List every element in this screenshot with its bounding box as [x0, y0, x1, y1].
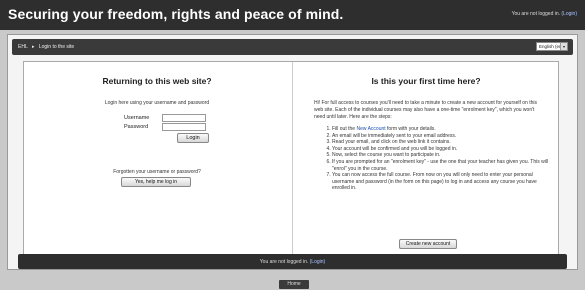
signup-steps-list: Fill out the New Account form with your … [324, 126, 552, 192]
header-login-link[interactable]: (Login) [561, 11, 577, 17]
signup-intro: Hi! For full access to courses you'll ne… [314, 100, 538, 120]
language-select[interactable]: English (en) ▾ [536, 42, 568, 51]
forgot-password-button[interactable]: Yes, help me log in [121, 177, 191, 187]
site-title: Securing your freedom, rights and peace … [8, 6, 344, 22]
signup-step: Your account will be confirmed and you w… [332, 146, 552, 153]
login-heading: Returning to this web site? [102, 76, 212, 86]
signup-panel: Is this your first time here? Hi! For fu… [292, 62, 559, 256]
signup-step: Now, select the course you want to parti… [332, 152, 552, 159]
home-button[interactable]: Home [279, 280, 309, 289]
username-label: Username [124, 115, 150, 121]
password-label: Password [124, 124, 149, 130]
breadcrumb-home[interactable]: EHL [18, 44, 28, 50]
forgot-text: Forgotten your username or password? [113, 169, 201, 175]
navbar: EHL ▸ Login to the site English (en) ▾ [12, 39, 573, 55]
footer-login-info: You are not logged in. (Login) [18, 259, 567, 265]
header-bar: Securing your freedom, rights and peace … [0, 0, 585, 30]
new-account-link[interactable]: New Account [356, 126, 385, 132]
breadcrumb-separator-icon: ▸ [31, 44, 35, 50]
breadcrumb-current: Login to the site [38, 44, 75, 50]
signup-heading: Is this your first time here? [371, 76, 481, 86]
footer-bar: You are not logged in. (Login) [18, 254, 567, 269]
signup-step-text: An email will be immediately sent to you… [332, 132, 457, 139]
login-description: Login here using your username and passw… [104, 100, 210, 106]
signup-step: Fill out the New Account form with your … [332, 126, 552, 133]
signup-step-text: Fill out the [332, 126, 357, 132]
signup-step-text-suffix: form with your details. [385, 126, 436, 132]
create-account-button[interactable]: Create new account [399, 239, 457, 249]
login-info-text: You are not logged in. [511, 11, 561, 17]
login-button[interactable]: Login [177, 133, 209, 143]
signup-step: You can now access the full course. From… [332, 172, 552, 192]
signup-step-text: Read your email, and click on the web li… [332, 139, 451, 146]
signup-step: Read your email, and click on the web li… [332, 139, 552, 146]
password-field[interactable] [162, 123, 206, 131]
footer-login-link[interactable]: (Login) [310, 259, 326, 265]
signup-step-text: Your account will be confirmed and you w… [332, 145, 458, 152]
login-panel: Returning to this web site? Login here u… [24, 62, 290, 256]
signup-step: If you are prompted for an "enrolment ke… [332, 159, 552, 172]
signup-step-text: If you are prompted for an "enrolment ke… [332, 158, 549, 172]
username-field[interactable] [162, 114, 206, 122]
chevron-down-icon: ▾ [560, 43, 567, 50]
footer-login-text: You are not logged in. [259, 259, 309, 265]
page-wrapper: EHL ▸ Login to the site English (en) ▾ R… [7, 34, 578, 270]
login-info: You are not logged in. (Login) [512, 11, 577, 17]
breadcrumb: EHL ▸ Login to the site [18, 44, 74, 50]
login-content: Returning to this web site? Login here u… [23, 61, 559, 257]
signup-step-text: You can now access the full course. From… [332, 172, 537, 192]
signup-step-text: Now, select the course you want to parti… [332, 152, 441, 159]
signup-step: An email will be immediately sent to you… [332, 133, 552, 140]
